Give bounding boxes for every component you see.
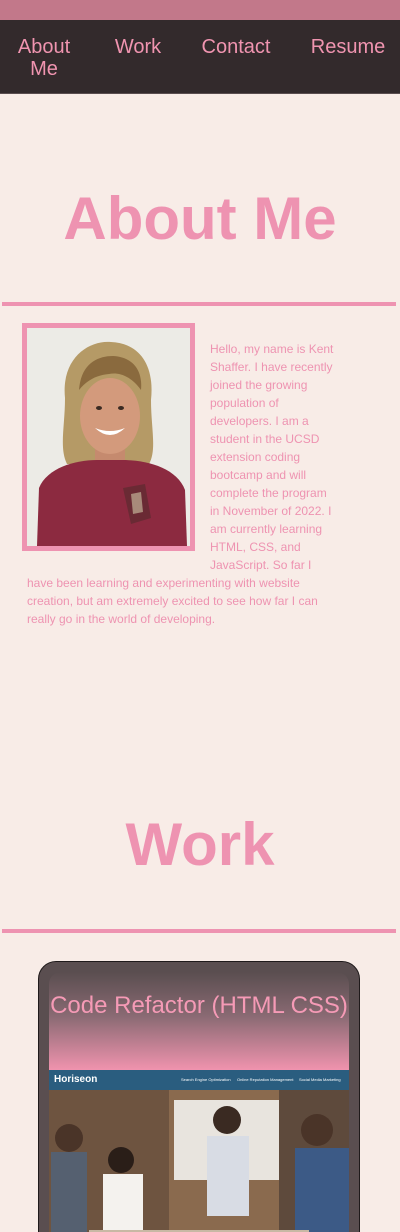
- about-section: Hello, my name is Kent Shaffer. I have r…: [22, 323, 336, 628]
- nav-link-work[interactable]: Work: [108, 36, 168, 58]
- project-screenshot[interactable]: Horiseon Search Engine Optimization Onli…: [49, 1070, 349, 1232]
- project-card-header: Code Refactor (HTML CSS): [49, 972, 349, 1070]
- about-me-heading: About Me: [63, 185, 337, 252]
- screenshot-navbar: Horiseon Search Engine Optimization Onli…: [49, 1070, 349, 1090]
- section-divider: [2, 929, 396, 933]
- screenshot-brand: Horiseon: [54, 1074, 98, 1085]
- main-navbar: About Me Work Contact Resume: [0, 20, 400, 94]
- work-heading: Work: [125, 811, 275, 878]
- nav-link-about-me[interactable]: About Me: [14, 36, 74, 80]
- screenshot-nav-link: Search Engine Optimization: [181, 1077, 231, 1082]
- section-divider: [2, 302, 396, 306]
- profile-photo: [22, 323, 195, 551]
- nav-link-resume[interactable]: Resume: [306, 36, 390, 58]
- top-accent-strip: [0, 0, 400, 20]
- screenshot-nav-link: Online Reputation Management: [237, 1077, 294, 1082]
- project-card-code-refactor[interactable]: Code Refactor (HTML CSS) Horiseon Search…: [38, 961, 360, 1232]
- screenshot-nav-link: Social Media Marketing: [299, 1077, 341, 1082]
- nav-link-contact[interactable]: Contact: [196, 36, 276, 58]
- screenshot-hero-image: [49, 1090, 349, 1232]
- project-title[interactable]: Code Refactor (HTML CSS): [49, 992, 349, 1020]
